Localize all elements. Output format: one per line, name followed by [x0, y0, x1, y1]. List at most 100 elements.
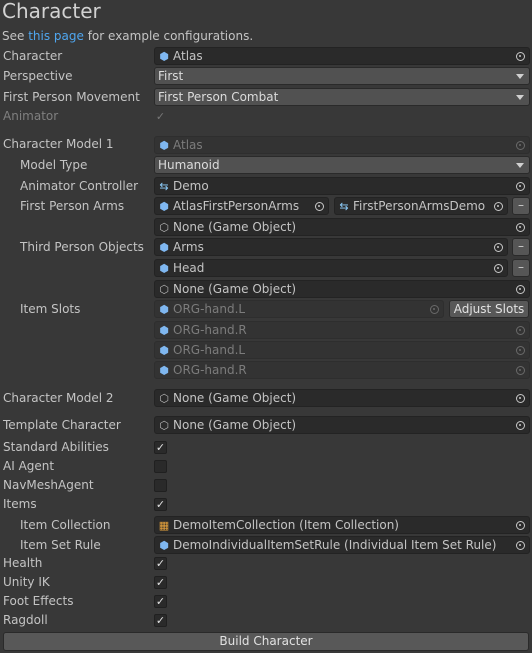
unity-ik-checkbox[interactable]: ✓: [154, 576, 167, 589]
item-collection-value: DemoItemCollection (Item Collection): [173, 518, 399, 532]
fp-arms-label: First Person Arms: [20, 199, 125, 213]
item-slot-value: ORG-hand.R: [173, 363, 247, 377]
example-config-link[interactable]: this page: [28, 29, 84, 43]
gameobject-icon: ⬡: [159, 391, 169, 405]
ragdoll-checkbox[interactable]: ✓: [154, 614, 167, 627]
template-field[interactable]: ⬡ None (Game Object): [154, 416, 530, 434]
model2-label: Character Model 2: [3, 391, 114, 405]
ai-agent-label: AI Agent: [3, 459, 55, 473]
object-picker-icon: [513, 323, 527, 337]
help-text: See this page for example configurations…: [2, 29, 253, 43]
tp-object-empty-value: None (Game Object): [173, 282, 297, 296]
foot-effects-label: Foot Effects: [3, 594, 74, 608]
ragdoll-label: Ragdoll: [3, 613, 48, 627]
gameobject-icon: ⬡: [159, 282, 169, 296]
tp-object-value: Head: [173, 261, 205, 275]
object-picker-icon[interactable]: [513, 518, 527, 532]
object-picker-icon: [427, 302, 441, 316]
model1-value: Atlas: [173, 138, 203, 152]
remove-fp-arms-button[interactable]: –: [512, 197, 530, 215]
remove-tp-object-button[interactable]: –: [512, 259, 530, 277]
perspective-label: Perspective: [3, 69, 73, 83]
item-collection-label: Item Collection: [20, 518, 111, 532]
fp-movement-dropdown[interactable]: First Person Combat: [154, 88, 530, 106]
fp-arms-controller-value: FirstPersonArmsDemo: [353, 199, 486, 213]
tp-object-field[interactable]: ⬢ Arms: [154, 238, 508, 256]
items-checkbox[interactable]: ✓: [154, 498, 167, 511]
model2-field[interactable]: ⬡ None (Game Object): [154, 389, 530, 407]
prefab-icon: ⬢: [159, 261, 169, 275]
object-picker-icon[interactable]: [513, 179, 527, 193]
prefab-icon: ⬢: [159, 240, 169, 254]
page-title: Character: [2, 0, 101, 23]
model-type-value: Humanoid: [158, 158, 220, 172]
item-set-rule-field[interactable]: ⬢ DemoIndividualItemSetRule (Individual …: [154, 536, 530, 554]
health-checkbox[interactable]: ✓: [154, 557, 167, 570]
prefab-icon: ⬢: [159, 343, 169, 357]
item-set-rule-value: DemoIndividualItemSetRule (Individual It…: [173, 538, 497, 552]
prefab-icon: ⬢: [159, 363, 169, 377]
object-picker-icon[interactable]: [513, 538, 527, 552]
help-text-suffix: for example configurations.: [83, 29, 254, 43]
model-type-label: Model Type: [20, 158, 88, 172]
gameobject-icon: ⬡: [159, 220, 169, 234]
navmeshagent-checkbox[interactable]: [154, 479, 167, 492]
animator-controller-label: Animator Controller: [20, 179, 139, 193]
model-type-dropdown[interactable]: Humanoid: [154, 156, 530, 174]
fp-arms-field[interactable]: ⬢ AtlasFirstPersonArms: [154, 197, 329, 215]
object-picker-icon[interactable]: [491, 199, 505, 213]
object-picker-icon[interactable]: [491, 240, 505, 254]
object-picker-icon[interactable]: [513, 418, 527, 432]
help-text-prefix: See: [2, 29, 29, 43]
health-label: Health: [3, 556, 43, 570]
perspective-value: First: [158, 69, 184, 83]
object-picker-icon[interactable]: [513, 391, 527, 405]
prefab-icon: ⬢: [159, 199, 169, 213]
animator-controller-field[interactable]: ⇆ Demo: [154, 177, 530, 195]
adjust-slots-button[interactable]: Adjust Slots: [449, 300, 529, 318]
model1-field: ⬢ Atlas: [154, 136, 530, 154]
item-collection-field[interactable]: ▦ DemoItemCollection (Item Collection): [154, 516, 530, 534]
object-picker-icon[interactable]: [513, 220, 527, 234]
remove-tp-object-button[interactable]: –: [512, 238, 530, 256]
perspective-dropdown[interactable]: First: [154, 67, 530, 85]
object-picker-icon[interactable]: [513, 282, 527, 296]
fp-movement-value: First Person Combat: [158, 90, 279, 104]
character-field[interactable]: ⬢ Atlas: [154, 47, 530, 65]
object-picker-icon[interactable]: [312, 199, 326, 213]
navmeshagent-label: NavMeshAgent: [3, 478, 94, 492]
unity-ik-label: Unity IK: [3, 575, 50, 589]
object-picker-icon[interactable]: [491, 261, 505, 275]
foot-effects-checkbox[interactable]: ✓: [154, 595, 167, 608]
object-picker-icon: [513, 138, 527, 152]
model1-label: Character Model 1: [3, 137, 114, 151]
animator-controller-icon: ⇆: [159, 179, 169, 193]
item-slot-value: ORG-hand.L: [173, 302, 246, 316]
model2-value: None (Game Object): [173, 391, 297, 405]
template-value: None (Game Object): [173, 418, 297, 432]
tp-object-field[interactable]: ⬢ Head: [154, 259, 508, 277]
item-slot-field: ⬢ ORG-hand.R: [154, 321, 530, 339]
item-slot-field: ⬢ ORG-hand.L: [154, 341, 530, 359]
object-picker-icon: [513, 343, 527, 357]
prefab-icon: ⬢: [159, 49, 169, 63]
animator-checkbox: ✓: [155, 110, 166, 123]
item-slot-field: ⬢ ORG-hand.L: [154, 300, 444, 318]
item-slot-field: ⬢ ORG-hand.R: [154, 361, 530, 379]
build-character-button[interactable]: Build Character: [3, 632, 529, 651]
item-collection-icon: ▦: [158, 518, 170, 532]
ai-agent-checkbox[interactable]: [154, 460, 167, 473]
animator-controller-value: Demo: [173, 179, 209, 193]
fp-movement-label: First Person Movement: [3, 90, 140, 104]
animator-controller-icon: ⇆: [339, 199, 349, 213]
item-slot-value: ORG-hand.R: [173, 323, 247, 337]
item-set-rule-label: Item Set Rule: [20, 538, 101, 552]
standard-abilities-checkbox[interactable]: ✓: [154, 441, 167, 454]
fp-arms-empty-field[interactable]: ⬡ None (Game Object): [154, 218, 530, 236]
tp-object-empty-field[interactable]: ⬡ None (Game Object): [154, 280, 530, 298]
fp-arms-controller-field[interactable]: ⇆ FirstPersonArmsDemo: [334, 197, 508, 215]
item-slots-label: Item Slots: [20, 302, 81, 316]
animator-label: Animator: [3, 109, 59, 123]
prefab-icon: ⬢: [159, 323, 169, 337]
object-picker-icon[interactable]: [513, 49, 527, 63]
